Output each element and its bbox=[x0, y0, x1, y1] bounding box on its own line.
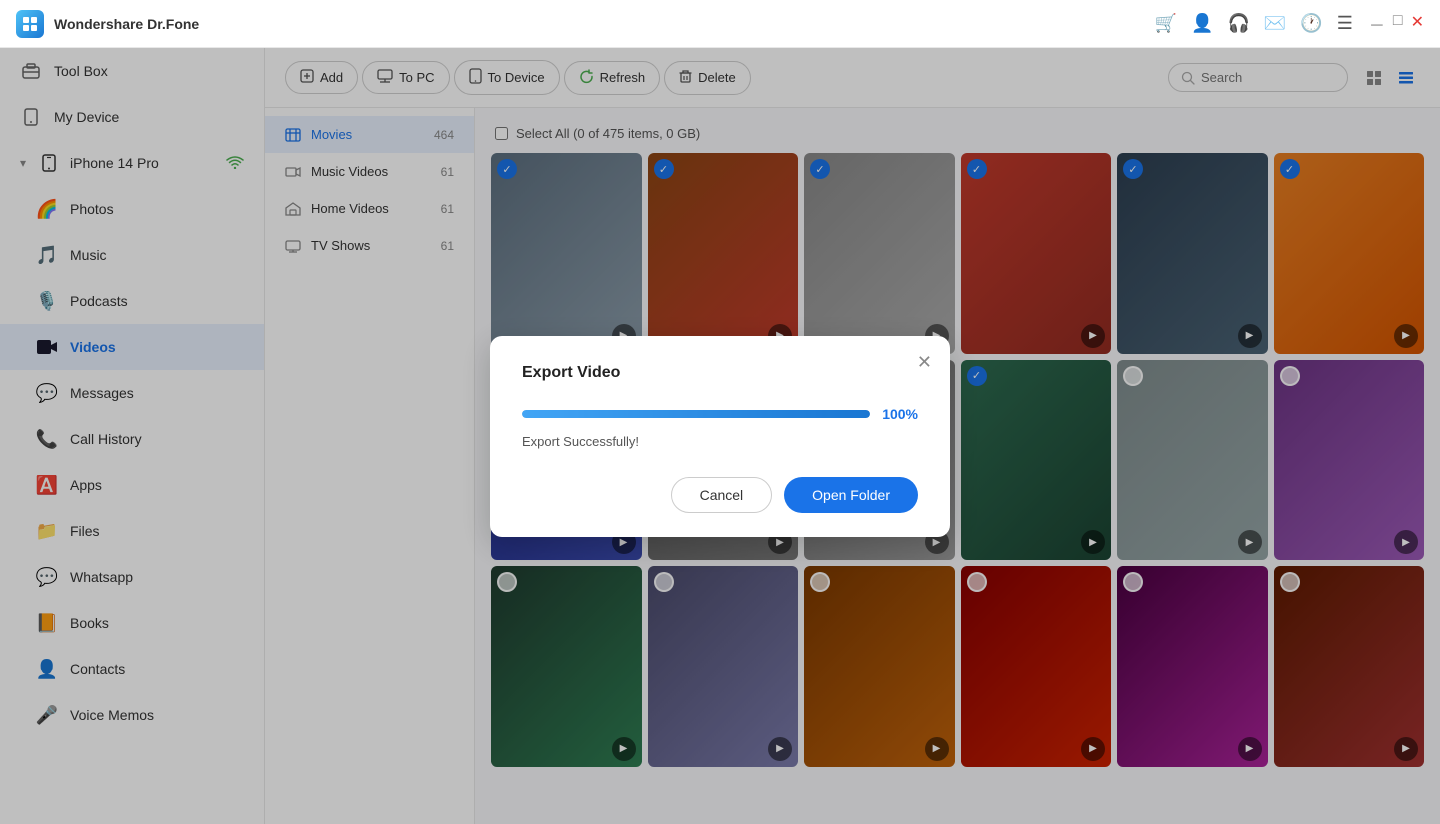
window-controls: － □ ✕ bbox=[1369, 12, 1424, 36]
title-bar-icons: 🛒 👤 🎧 ✉️ 🕐 ☰ bbox=[1155, 13, 1353, 34]
title-bar: Wondershare Dr.Fone 🛒 👤 🎧 ✉️ 🕐 ☰ － □ ✕ bbox=[0, 0, 1440, 48]
cart-icon[interactable]: 🛒 bbox=[1155, 13, 1177, 34]
app-logo bbox=[16, 10, 44, 38]
progress-percent: 100% bbox=[882, 406, 918, 422]
progress-bar-bg bbox=[522, 410, 870, 418]
open-folder-button[interactable]: Open Folder bbox=[784, 477, 918, 513]
close-button[interactable]: ✕ bbox=[1411, 12, 1424, 36]
list-icon[interactable]: ☰ bbox=[1337, 13, 1353, 34]
minimize-button[interactable]: － bbox=[1369, 12, 1385, 36]
export-modal: Export Video ✕ 100% Export Successfully!… bbox=[490, 336, 950, 537]
maximize-button[interactable]: □ bbox=[1393, 12, 1403, 36]
modal-actions: Cancel Open Folder bbox=[522, 477, 918, 513]
modal-title: Export Video bbox=[522, 364, 918, 382]
progress-bar-fill bbox=[522, 410, 870, 418]
export-status: Export Successfully! bbox=[522, 434, 918, 449]
cancel-button[interactable]: Cancel bbox=[671, 477, 773, 513]
modal-overlay: Export Video ✕ 100% Export Successfully!… bbox=[0, 48, 1440, 824]
mail-icon[interactable]: ✉️ bbox=[1264, 13, 1286, 34]
app-title: Wondershare Dr.Fone bbox=[54, 16, 1155, 32]
clock-icon[interactable]: 🕐 bbox=[1300, 13, 1322, 34]
user-icon[interactable]: 👤 bbox=[1191, 13, 1213, 34]
headphone-icon[interactable]: 🎧 bbox=[1228, 13, 1250, 34]
progress-row: 100% bbox=[522, 406, 918, 422]
modal-close-button[interactable]: ✕ bbox=[917, 352, 932, 373]
